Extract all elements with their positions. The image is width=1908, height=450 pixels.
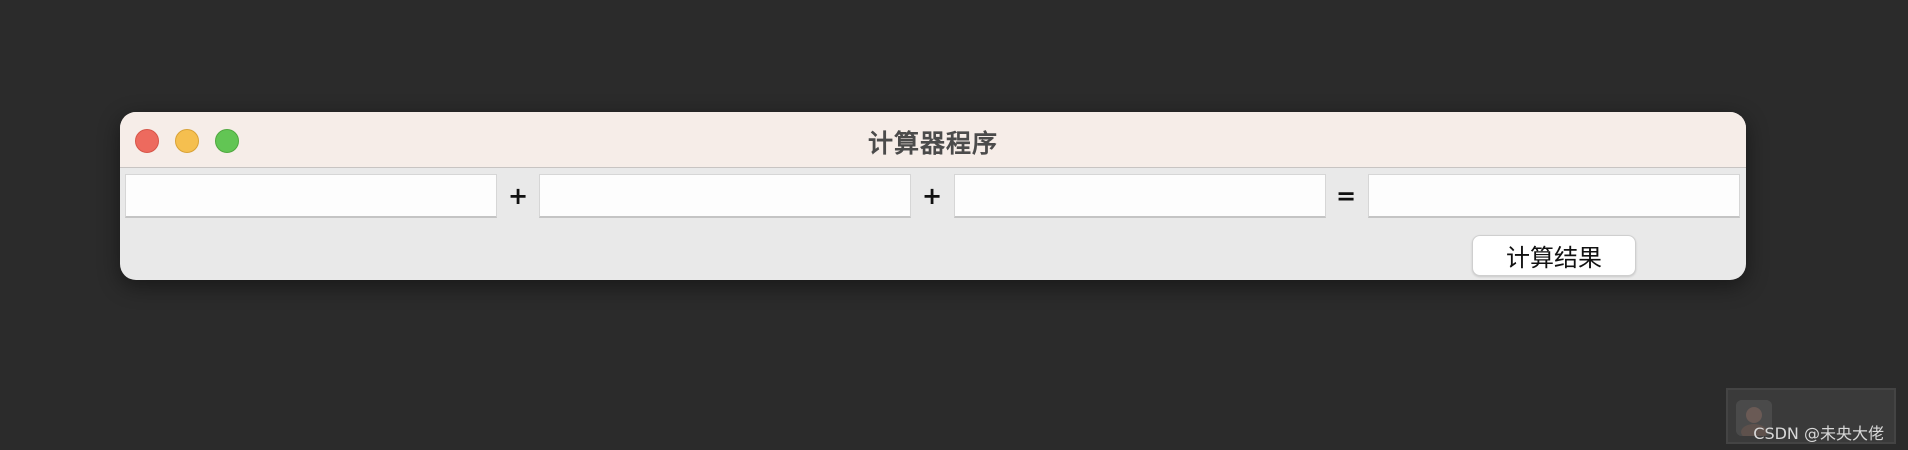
calculate-result-button[interactable]: 计算结果	[1472, 235, 1636, 276]
second-number-input[interactable]	[539, 174, 911, 218]
csdn-watermark: CSDN @未央大佬	[1726, 388, 1896, 444]
result-output-field[interactable]	[1368, 174, 1740, 218]
title-bar: 计算器程序	[120, 112, 1746, 168]
window-title: 计算器程序	[867, 129, 998, 158]
calculator-window: 计算器程序 + + = 计算结果	[120, 112, 1746, 280]
equals-sign: =	[1335, 182, 1357, 210]
third-number-input[interactable]	[954, 174, 1326, 218]
plus-operator-1: +	[507, 182, 529, 210]
plus-operator-2: +	[921, 182, 943, 210]
first-number-input[interactable]	[125, 174, 497, 218]
watermark-text: CSDN @未央大佬	[1753, 424, 1884, 443]
